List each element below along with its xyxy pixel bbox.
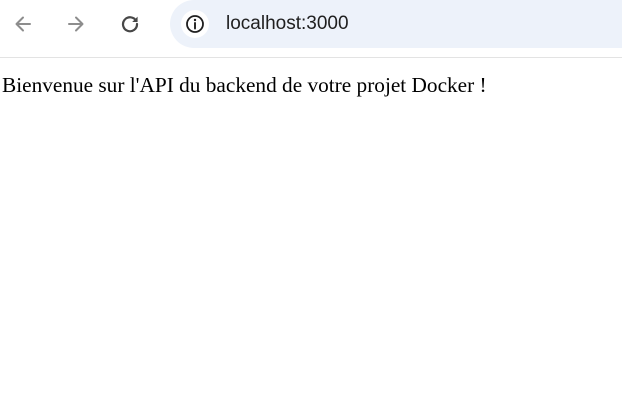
forward-button[interactable] bbox=[59, 7, 93, 41]
info-icon bbox=[186, 15, 204, 33]
address-bar[interactable]: localhost:3000 bbox=[170, 0, 622, 48]
reload-icon bbox=[121, 16, 139, 33]
arrow-left-icon bbox=[15, 16, 31, 32]
site-info-button[interactable] bbox=[181, 10, 209, 38]
url-text[interactable]: localhost:3000 bbox=[226, 12, 349, 36]
page-message: Bienvenue sur l'API du backend de votre … bbox=[2, 73, 487, 97]
browser-toolbar: localhost:3000 bbox=[0, 0, 622, 58]
reload-button[interactable] bbox=[113, 7, 147, 41]
back-button[interactable] bbox=[6, 7, 40, 41]
arrow-right-icon bbox=[68, 16, 84, 32]
